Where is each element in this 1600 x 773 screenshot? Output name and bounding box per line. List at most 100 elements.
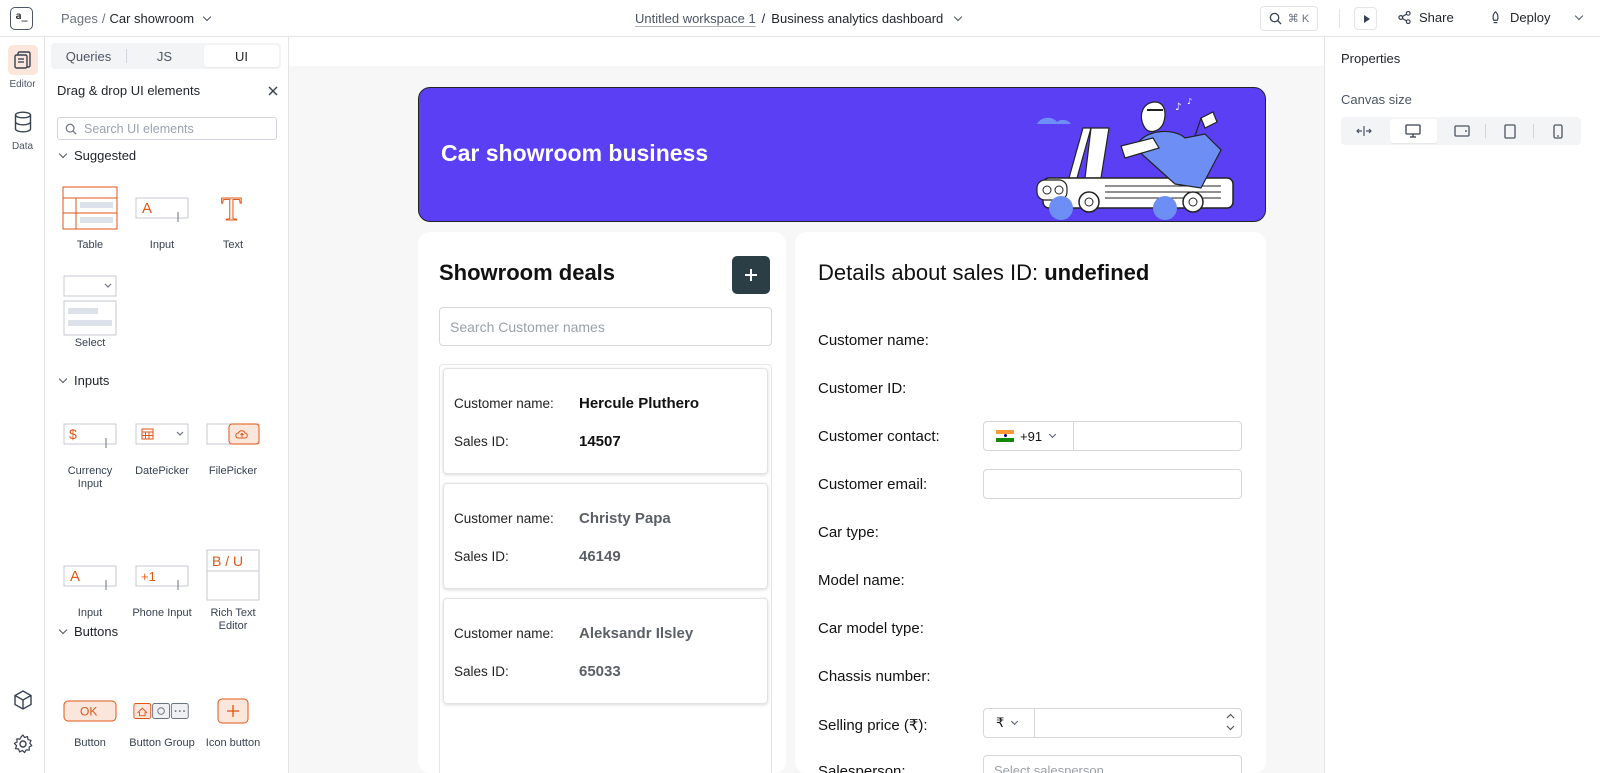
calendar-icon <box>132 409 192 459</box>
page-breadcrumb[interactable]: Pages / Car showroom <box>61 11 212 26</box>
widget-label: DatePicker <box>135 465 189 477</box>
selling-price-field: ₹ <box>983 708 1242 738</box>
chevron-down-icon[interactable] <box>1226 725 1235 731</box>
widget-select[interactable]: Select <box>54 275 126 350</box>
chevron-down-icon[interactable] <box>202 12 212 22</box>
close-icon[interactable] <box>267 85 279 97</box>
rail-item-settings[interactable] <box>0 729 45 759</box>
play-icon <box>1363 14 1370 23</box>
size-fluid-option[interactable] <box>1341 119 1388 143</box>
section-label: Buttons <box>74 624 119 639</box>
widget-label: Button Group <box>129 737 195 749</box>
share-button[interactable]: Share <box>1398 10 1454 25</box>
tab-js[interactable]: JS <box>127 43 202 69</box>
car-illustration: ♪ ♪ <box>1036 97 1234 220</box>
sales-id-value: 46149 <box>579 548 621 565</box>
salesperson-placeholder: Select salesperson <box>994 763 1104 773</box>
deals-list: Customer name: Hercule Pluthero Sales ID… <box>439 364 772 773</box>
size-tablet-option[interactable] <box>1486 119 1533 143</box>
search-icon <box>65 123 77 135</box>
app-logo[interactable]: a_ <box>10 7 33 30</box>
widget-label: Button <box>74 737 106 749</box>
canvas-size-label: Canvas size <box>1341 92 1412 107</box>
banner-title: Car showroom business <box>441 140 709 166</box>
widget-datepicker[interactable]: DatePicker <box>126 409 198 478</box>
tablet-landscape-icon <box>1454 125 1470 137</box>
svg-text:♪: ♪ <box>1175 102 1181 113</box>
editor-icon <box>7 45 38 75</box>
widget-phone-input[interactable]: +1 Phone Input <box>126 551 198 620</box>
rail-item-data[interactable]: Data <box>0 107 45 152</box>
rail-item-editor[interactable]: Editor <box>0 45 45 90</box>
sales-id-label: Sales ID: <box>454 549 509 564</box>
field-label-customer-id: Customer ID: <box>818 380 907 397</box>
size-mobile-option[interactable] <box>1534 119 1581 143</box>
svg-text:A: A <box>142 200 152 217</box>
size-desktop-option[interactable] <box>1389 119 1437 143</box>
salesperson-select[interactable]: Select salesperson <box>983 755 1242 773</box>
svg-text:A: A <box>70 568 80 585</box>
customer-name-value: Christy Papa <box>579 510 671 527</box>
preview-button[interactable] <box>1354 7 1377 30</box>
chevron-down-icon[interactable] <box>954 12 963 22</box>
omnibar-search-button[interactable]: ⌘ K <box>1260 6 1318 31</box>
deploy-button[interactable]: Deploy <box>1489 10 1584 25</box>
phone-number-input[interactable] <box>1074 422 1241 450</box>
widget-label: Select <box>74 337 106 349</box>
widget-currency-input[interactable]: $ Currency Input <box>54 409 126 491</box>
tab-ui[interactable]: UI <box>204 45 279 67</box>
widget-filepicker[interactable]: FilePicker <box>197 409 269 478</box>
country-code-select[interactable]: +91 <box>984 422 1074 450</box>
app-name[interactable]: Business analytics dashboard <box>771 11 943 26</box>
chevron-up-icon[interactable] <box>1226 713 1235 719</box>
widget-table[interactable]: Table <box>54 183 126 252</box>
customer-email-input[interactable] <box>983 469 1242 499</box>
chevron-down-icon[interactable] <box>1575 11 1584 21</box>
breadcrumb-separator: / <box>101 11 106 26</box>
chevron-down-icon <box>1011 717 1019 726</box>
search-placeholder: Search UI elements <box>84 121 194 136</box>
widget-text[interactable]: T Text <box>197 183 269 252</box>
rocket-icon <box>1492 11 1499 24</box>
deal-list-item[interactable]: Customer name: Aleksandr Ilsley Sales ID… <box>443 598 768 704</box>
widget-input-2[interactable]: A Input <box>54 551 126 620</box>
ui-elements-search-input[interactable]: Search UI elements <box>57 117 277 140</box>
deal-list-item[interactable]: Customer name: Hercule Pluthero Sales ID… <box>443 368 768 474</box>
search-icon <box>1269 12 1282 25</box>
section-buttons[interactable]: Buttons <box>58 624 119 639</box>
properties-panel: Properties Canvas size <box>1324 37 1600 773</box>
widget-button-group[interactable]: Button Group <box>126 699 198 750</box>
widget-label: Icon button <box>205 737 261 749</box>
svg-text:T: T <box>221 191 242 228</box>
widget-rich-text-editor[interactable]: B / U Rich Text Editor <box>197 549 269 633</box>
widget-icon-button[interactable]: Icon button <box>197 698 269 750</box>
widget-input[interactable]: A Input <box>126 183 198 252</box>
svg-text:$: $ <box>69 426 77 442</box>
price-stepper[interactable] <box>1226 713 1235 731</box>
currency-select[interactable]: ₹ <box>984 709 1035 737</box>
field-label-customer-name: Customer name: <box>818 332 929 349</box>
widget-label: Text <box>222 239 244 251</box>
customer-name-value: Aleksandr Ilsley <box>579 625 694 642</box>
svg-text:♪: ♪ <box>1187 97 1192 106</box>
details-card <box>795 232 1266 773</box>
size-tablet-landscape-option[interactable] <box>1439 119 1486 143</box>
add-deal-button[interactable] <box>732 256 770 294</box>
deal-list-item[interactable]: Customer name: Christy Papa Sales ID: 46… <box>443 483 768 589</box>
input-icon: A <box>60 551 120 601</box>
workspace-link[interactable]: Untitled workspace 1 <box>635 11 756 26</box>
tab-queries[interactable]: Queries <box>51 43 126 69</box>
customer-search-placeholder: Search Customer names <box>450 318 605 335</box>
section-inputs[interactable]: Inputs <box>58 373 109 388</box>
current-page-name[interactable]: Car showroom <box>110 11 195 26</box>
currency-symbol: ₹ <box>996 715 1005 730</box>
field-label-customer-contact: Customer contact: <box>818 428 940 445</box>
rail-item-packages[interactable] <box>0 685 45 715</box>
section-suggested[interactable]: Suggested <box>58 148 136 163</box>
widget-button[interactable]: OK Button <box>54 699 126 750</box>
pages-label: Pages <box>61 11 98 26</box>
selling-price-input[interactable] <box>1035 709 1241 737</box>
deploy-label: Deploy <box>1510 10 1551 25</box>
customer-search-input[interactable]: Search Customer names <box>439 307 772 346</box>
sales-id-value: 14507 <box>579 433 621 450</box>
